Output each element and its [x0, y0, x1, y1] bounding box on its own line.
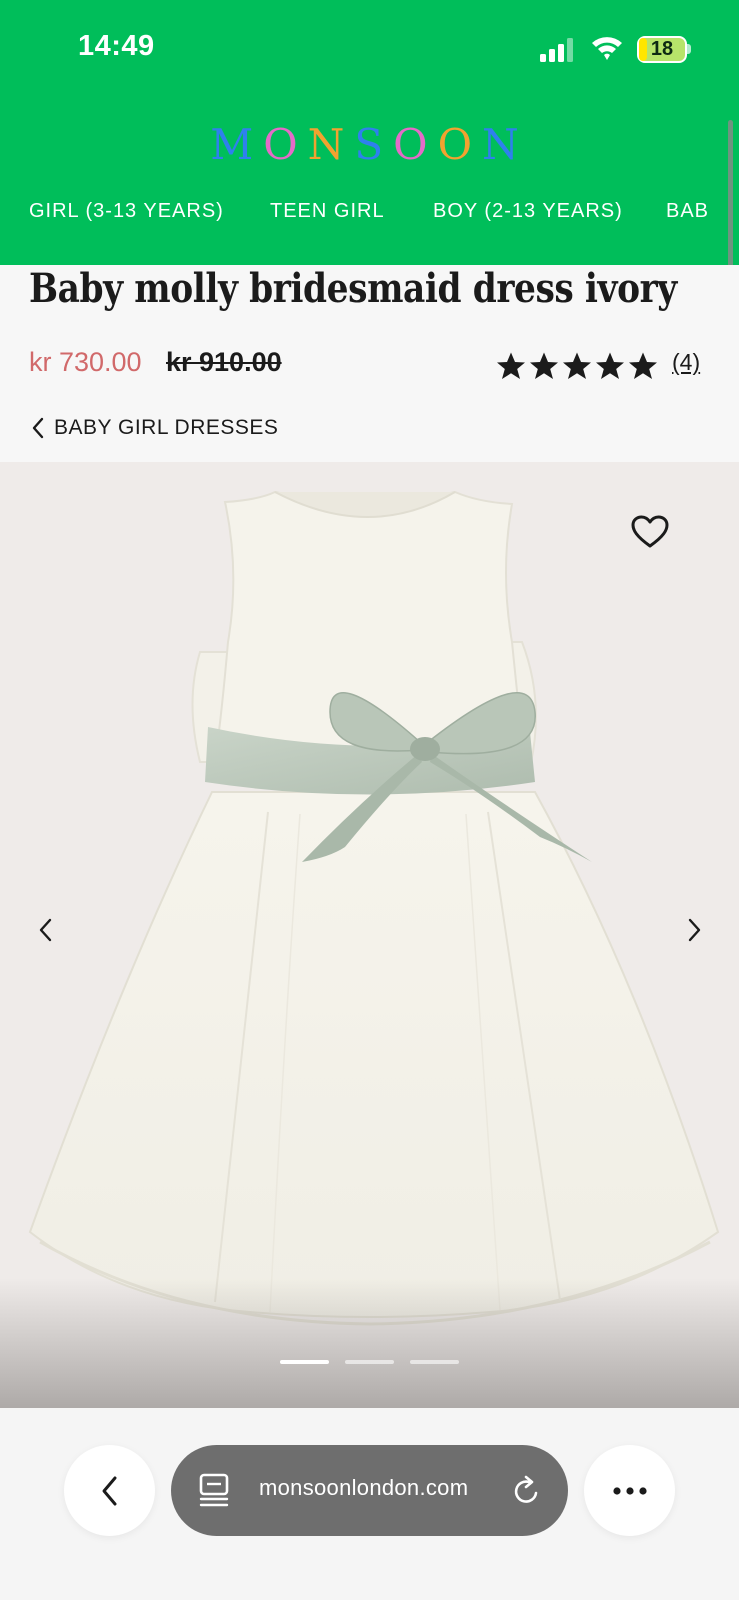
breadcrumb[interactable]: BABY GIRL DRESSES	[28, 413, 278, 443]
battery-nub	[687, 44, 691, 54]
status-time: 14:49	[78, 30, 155, 62]
logo-letter: M	[210, 120, 264, 169]
url-text[interactable]: monsoonlondon.com	[259, 1475, 468, 1501]
nav-baby[interactable]: BAB	[666, 200, 709, 223]
address-bar[interactable]: monsoonlondon.com	[171, 1445, 568, 1536]
star-icon	[596, 352, 624, 379]
slide-dot[interactable]	[345, 1360, 394, 1364]
product-image	[28, 490, 720, 1326]
image-shade	[0, 1278, 739, 1408]
rating-stars[interactable]	[496, 351, 658, 381]
breadcrumb-label: BABY GIRL DRESSES	[54, 416, 279, 439]
star-icon	[563, 352, 591, 379]
original-price: kr 910.00	[166, 347, 282, 377]
nav-teen-girl[interactable]: TEEN GIRL	[270, 200, 385, 223]
reload-icon[interactable]	[511, 1474, 543, 1508]
slide-dot[interactable]	[280, 1360, 329, 1364]
chevron-left-icon	[32, 417, 44, 439]
chevron-right-icon[interactable]	[680, 910, 708, 950]
product-image-carousel[interactable]	[0, 462, 739, 1408]
slide-dot[interactable]	[410, 1360, 459, 1364]
logo-letter: N	[307, 120, 355, 169]
browser-toolbar: monsoonlondon.com	[0, 1408, 739, 1600]
star-icon	[629, 352, 657, 379]
star-icon	[530, 352, 558, 379]
battery-level-fill	[639, 38, 648, 61]
tabs-icon[interactable]	[199, 1473, 229, 1507]
heart-icon[interactable]	[630, 512, 670, 552]
sale-price: kr 730.00	[29, 347, 142, 377]
more-button[interactable]	[584, 1445, 675, 1536]
back-button[interactable]	[64, 1445, 155, 1536]
product-info: Baby molly bridesmaid dress ivory kr 730…	[0, 265, 739, 462]
wifi-icon	[592, 37, 622, 60]
logo-letter: N	[482, 120, 529, 169]
nav-boy-2-13[interactable]: BOY (2-13 YEARS)	[433, 200, 623, 223]
battery-indicator: 18	[637, 36, 687, 63]
nav-girl-3-13[interactable]: GIRL (3-13 YEARS)	[29, 200, 224, 223]
product-title: Baby molly bridesmaid dress ivory	[29, 265, 677, 312]
chevron-left-icon	[102, 1476, 116, 1505]
site-header: 14:49 18 MONSOON GIRL (3-13 YEARS) TEEN …	[0, 0, 739, 265]
more-icon	[612, 1486, 647, 1495]
monsoon-logo[interactable]: MONSOON	[0, 120, 739, 169]
logo-letter: S	[354, 120, 394, 169]
chevron-left-icon[interactable]	[32, 910, 60, 950]
slide-indicators	[280, 1360, 459, 1364]
cellular-signal-icon	[540, 38, 573, 62]
logo-letter: O	[263, 120, 308, 169]
category-nav: GIRL (3-13 YEARS) TEEN GIRL BOY (2-13 YE…	[0, 200, 739, 232]
review-count-link[interactable]: (4)	[672, 349, 700, 376]
logo-letter: O	[437, 120, 483, 169]
battery-percent: 18	[650, 38, 674, 60]
logo-letter: O	[393, 120, 438, 169]
star-icon	[497, 352, 525, 379]
